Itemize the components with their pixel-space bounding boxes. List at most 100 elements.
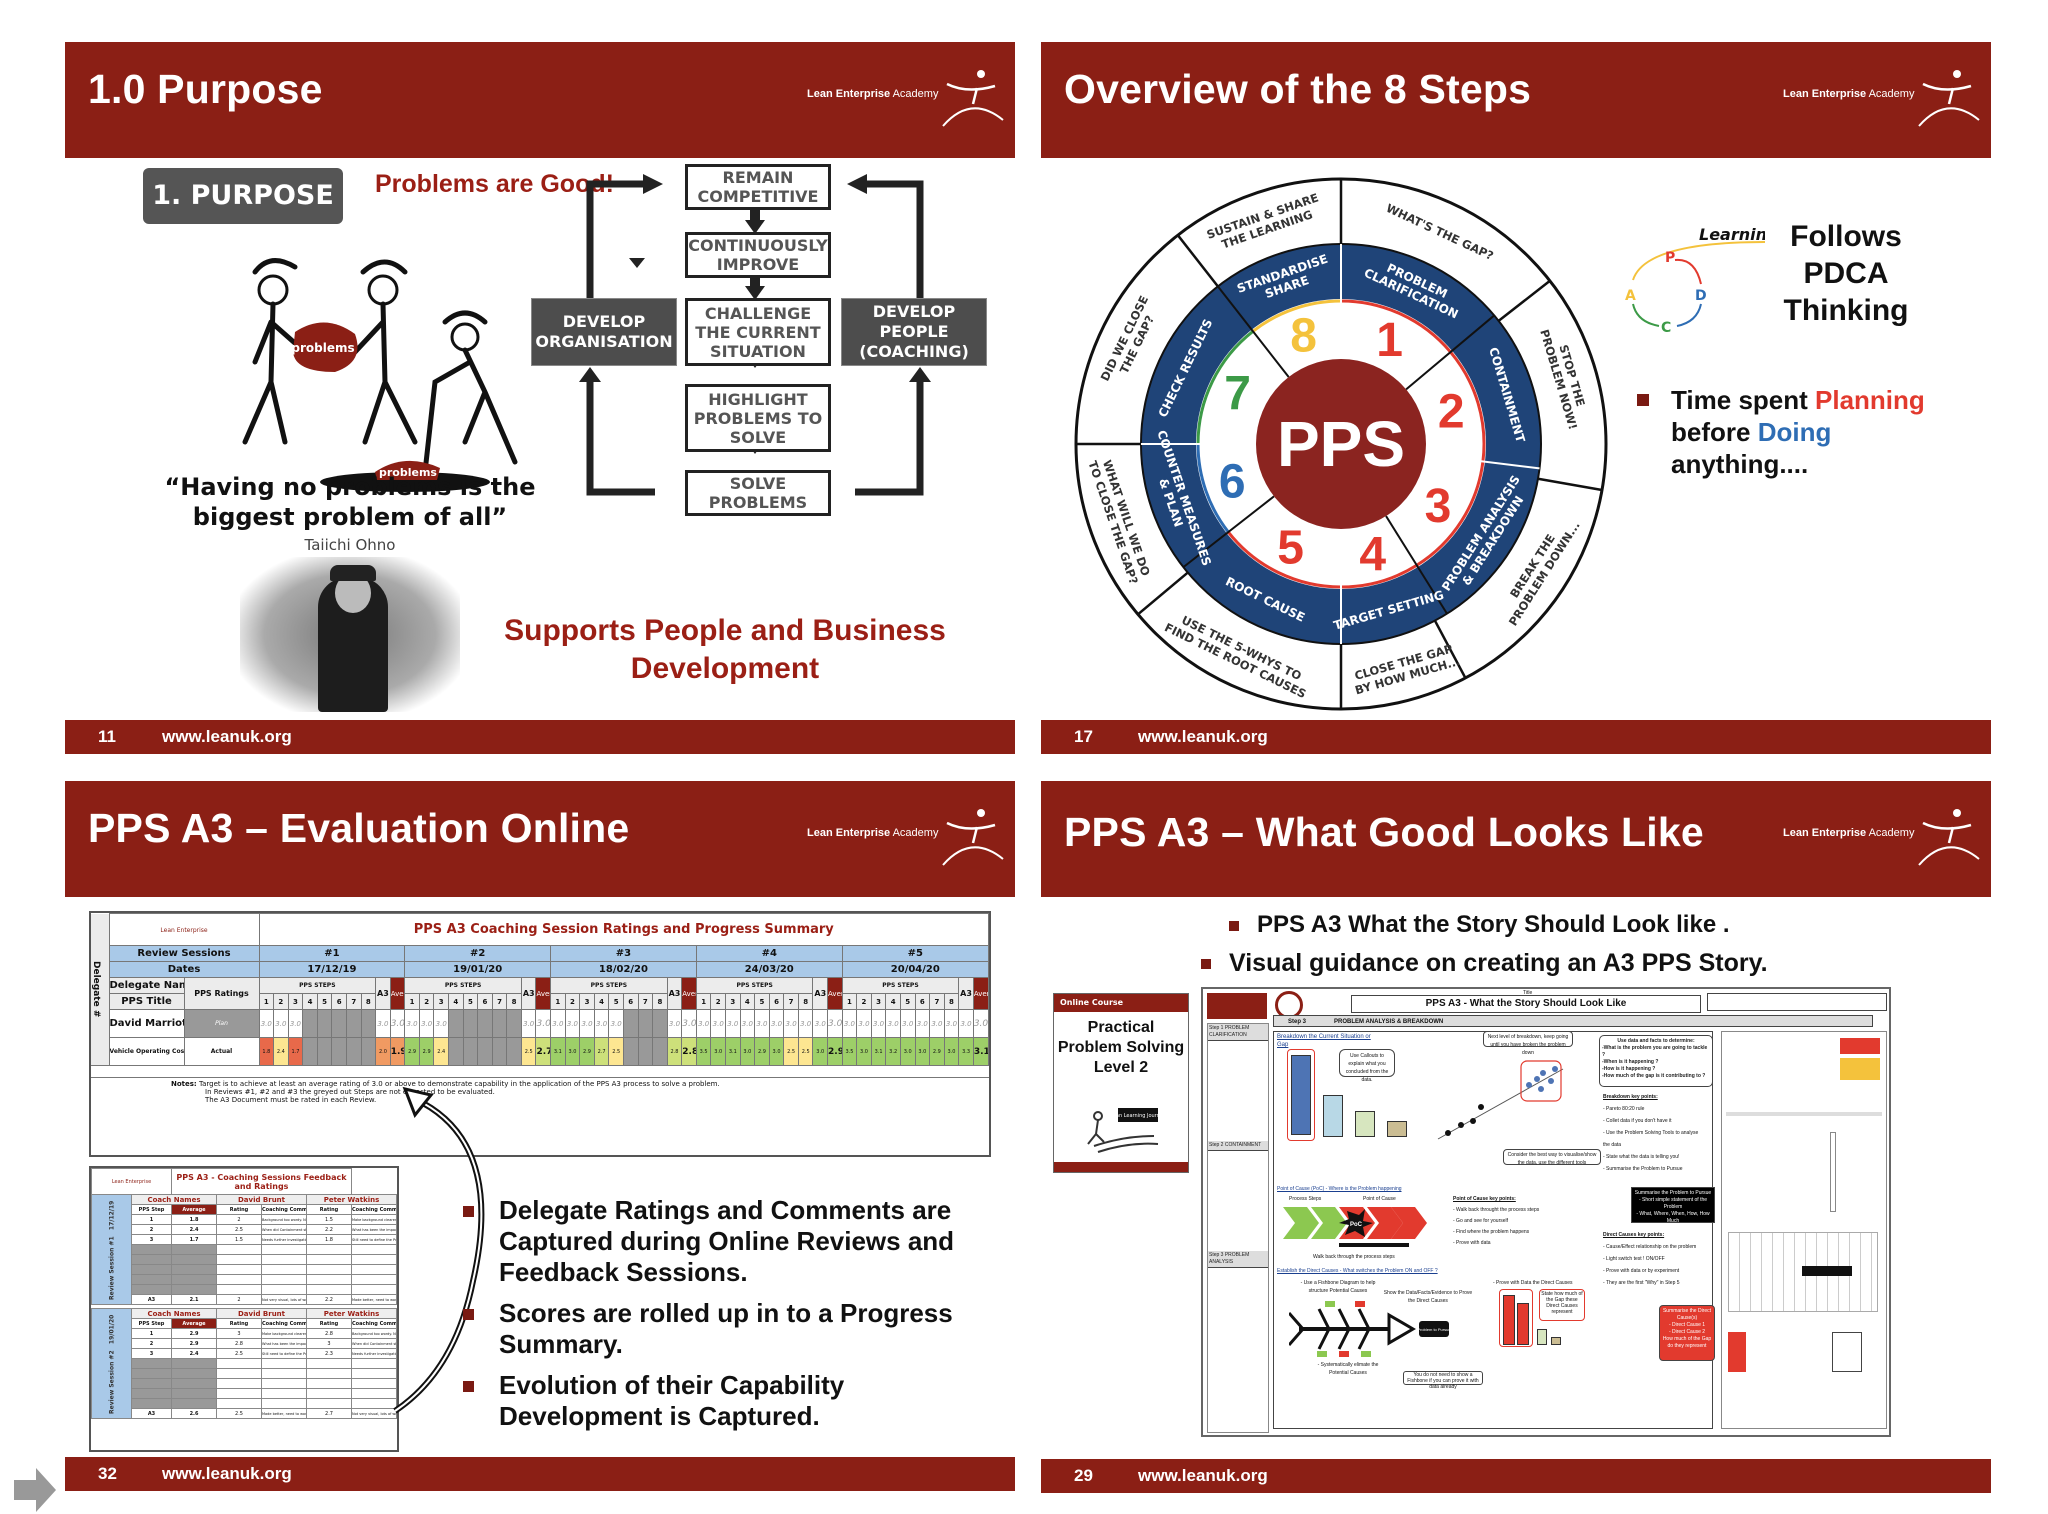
feedback-row: 11.82Background too wordy. No dates on G… xyxy=(92,1214,397,1225)
session-id: #5 xyxy=(841,945,990,962)
plan-avg-cell: 3.0 xyxy=(535,1009,552,1038)
a3-approval-grid xyxy=(1707,993,1887,1011)
footer-url[interactable]: www.leanuk.org xyxy=(1138,727,1268,747)
greyed-step-cell xyxy=(622,1009,639,1038)
session-date: 18/02/20 xyxy=(550,961,697,978)
plan-a3-cell: 3.0 xyxy=(520,1009,537,1038)
a3-bar-highlight xyxy=(1287,1049,1315,1141)
a3-logo xyxy=(1207,993,1267,1019)
pdca-cycle-icon: P D C A Learning xyxy=(1625,225,1765,332)
step-number: 8 xyxy=(797,993,814,1010)
coach-name: David Brunt xyxy=(216,1194,307,1205)
pps-steps-label: PPS STEPS xyxy=(695,977,814,994)
slide-footer: 29 www.leanuk.org xyxy=(1041,1459,1991,1493)
rating-col: Rating xyxy=(306,1318,352,1329)
actual-a3-cell: 2.8 xyxy=(666,1037,683,1066)
plan-avg-cell: 3.0 xyxy=(389,1009,406,1038)
pps-ratings-label: PPS Ratings xyxy=(183,977,260,1010)
actual-cell: 3.0 xyxy=(564,1037,581,1066)
greyed-step-cell xyxy=(491,1009,508,1038)
plan-cell: 3.0 xyxy=(579,1009,595,1038)
lean-enterprise-academy-logo: Lean Enterprise Academy xyxy=(807,64,1007,134)
a3-col-label: A3 xyxy=(375,977,391,1010)
plan-a3-cell: 3.0 xyxy=(812,1009,829,1038)
a3-step3-name: PROBLEM ANALYSIS & BREAKDOWN xyxy=(1334,1019,1444,1025)
step-number: 7 xyxy=(345,993,362,1010)
comments-col: Coaching Comments xyxy=(261,1204,307,1215)
summary-logo: Lean Enterprise xyxy=(108,913,260,946)
presenter-pointer-arrow-icon[interactable] xyxy=(12,1466,60,1514)
pps-steps-label: PPS STEPS xyxy=(258,977,377,994)
step-number: 5 xyxy=(316,993,333,1010)
plan-avg-cell: 3.0 xyxy=(827,1009,843,1038)
actual-a3-cell: 3.0 xyxy=(812,1037,829,1066)
logo-text-light: Academy xyxy=(892,827,939,839)
step-number: 2 xyxy=(273,993,289,1010)
actual-cell: 2.9 xyxy=(579,1037,595,1066)
a3-left-column: Step 1 PROBLEM CLARIFICATION Step 2 CONT… xyxy=(1207,1023,1269,1433)
actual-cell: 2.4 xyxy=(273,1037,289,1066)
a3-bar xyxy=(1503,1295,1515,1345)
average-col-label: Average xyxy=(827,977,843,1010)
delegate-name: David Marriott xyxy=(108,1009,185,1038)
pps-title-label: PPS Title xyxy=(108,993,185,1010)
a3-point: - Collet data if you don't have it xyxy=(1603,1118,1672,1124)
step-number: 8 xyxy=(506,993,522,1010)
actual-cell: 3.5 xyxy=(695,1037,712,1066)
slide-overview-8-steps[interactable]: Overview of the 8 Steps Lean Enterprise … xyxy=(1041,42,1991,754)
comments-col: Coaching Comments xyxy=(261,1318,307,1329)
flow-develop-organisation: DEVELOP ORGANISATION xyxy=(531,298,677,366)
logo-text-bold: Lean Enterprise xyxy=(807,88,891,100)
footer-url[interactable]: www.leanuk.org xyxy=(162,727,292,747)
review-session-label: Review Session #1 17/12/19 xyxy=(91,1194,132,1305)
actual-cell: 2.9 xyxy=(418,1037,435,1066)
step-number: 6 xyxy=(622,993,639,1010)
step-number: 6 xyxy=(768,993,785,1010)
ohno-quote: “Having no problems is the biggest probl… xyxy=(164,473,536,531)
slide-title: PPS A3 – What Good Looks Like xyxy=(1064,809,1704,855)
actual-cell: 3.1 xyxy=(870,1037,887,1066)
dates-label: Dates xyxy=(108,961,260,978)
bullet-text: before xyxy=(1671,417,1758,447)
pps-steps-label: PPS STEPS xyxy=(841,977,960,994)
slide-purpose[interactable]: 1.0 Purpose Lean Enterprise Academy 1. P… xyxy=(65,42,1015,754)
progress-summary-table: Delegate # Lean Enterprise PPS A3 Coaching… xyxy=(89,911,991,1157)
feedback-a3-row: A32.62.5Made better, need to work on flo… xyxy=(92,1408,397,1419)
average-col: Average xyxy=(171,1318,217,1329)
footer-url[interactable]: www.leanuk.org xyxy=(1138,1466,1268,1486)
a3-point: - State what the data is telling you! xyxy=(1603,1154,1680,1160)
logo-text-light: Academy xyxy=(1868,827,1915,839)
step-number: 2 xyxy=(418,993,435,1010)
coach-name: Peter Watkins xyxy=(306,1308,397,1319)
feedback-row: 32.42.5Still need to define the Problem … xyxy=(92,1348,397,1359)
bullet-text: Delegate Ratings and Comments are Captur… xyxy=(499,1195,955,1287)
slide-number: 11 xyxy=(98,727,116,746)
actual-cell: 3.5 xyxy=(841,1037,858,1066)
a3-use-data-line: -What is the problem you are going to ta… xyxy=(1602,1045,1708,1058)
step-number-6: 6 xyxy=(1219,455,1246,508)
plan-cell: 3.0 xyxy=(754,1009,770,1038)
bullet-square-icon xyxy=(463,1206,474,1217)
bullet-text: PPS A3 What the Story Should Look like . xyxy=(1257,911,1730,938)
bullet-text: Visual guidance on creating an A3 PPS St… xyxy=(1229,949,1768,977)
bullet-text: Evolution of their Capability Developmen… xyxy=(499,1370,845,1431)
greyed-step-cell xyxy=(302,1009,318,1038)
a3-bar xyxy=(1537,1329,1547,1345)
footer-url[interactable]: www.leanuk.org xyxy=(162,1464,292,1484)
stick-figures-illustration: problems problems xyxy=(242,258,518,492)
slide-evaluation-online[interactable]: PPS A3 – Evaluation Online Lean Enterpri… xyxy=(65,781,1015,1493)
lean-enterprise-academy-logo: Lean Enterprise Academy xyxy=(807,803,1007,873)
slide-what-good-looks-like[interactable]: PPS A3 – What Good Looks Like Lean Enter… xyxy=(1041,781,1991,1493)
logo-text-light: Academy xyxy=(1868,88,1915,100)
step-number: 2 xyxy=(564,993,581,1010)
bullet-square-icon xyxy=(463,1381,474,1392)
slide-title: PPS A3 – Evaluation Online xyxy=(88,805,630,851)
actual-cell: 2.9 xyxy=(404,1037,420,1066)
step-number: 1 xyxy=(695,993,712,1010)
bullet-item: Scores are rolled up in to a Progress Su… xyxy=(463,1298,1003,1360)
online-course-card[interactable]: Online Course Practical Problem Solving … xyxy=(1053,993,1189,1173)
session-id: #1 xyxy=(258,945,406,962)
step-number: 7 xyxy=(637,993,654,1010)
slide-number: 32 xyxy=(98,1464,117,1483)
session-date: 20/04/20 xyxy=(841,961,990,978)
